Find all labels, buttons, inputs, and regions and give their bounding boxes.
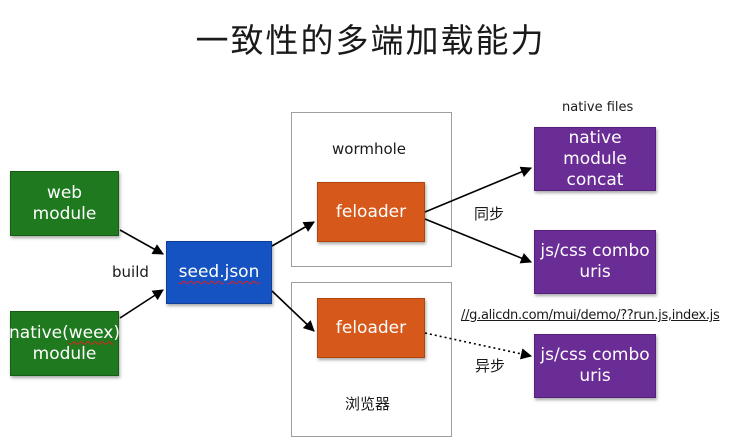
weex-spellcheck-mark: weex <box>68 322 114 343</box>
arrow-seed-to-feloader-bottom <box>271 290 315 332</box>
feloader-browser-text: feloader <box>335 317 407 338</box>
jscss-combo-async-node: js/css combo uris <box>534 334 656 398</box>
async-label: 异步 <box>475 357 506 375</box>
sync-label: 同步 <box>474 205 505 223</box>
cdn-url-label: //g.alicdn.com/mui/demo/??run.js,index.j… <box>461 308 720 323</box>
wormhole-label: wormhole <box>332 140 407 158</box>
jscss-combo-sync-node: js/css combo uris <box>534 230 656 294</box>
jscss-combo-async-line1: js/css combo <box>540 345 650 365</box>
native-files-label: native files <box>562 100 634 115</box>
web-module-node: web module <box>10 171 119 236</box>
arrow-web-to-seed <box>119 229 164 255</box>
browser-label: 浏览器 <box>345 395 391 413</box>
native-concat-line2: concat <box>566 169 624 190</box>
native-weex-module-node: native(weex) module <box>9 311 120 376</box>
feloader-wormhole-text: feloader <box>335 201 407 222</box>
arrow-native-to-seed <box>119 289 164 319</box>
feloader-wormhole-node: feloader <box>317 182 425 242</box>
web-module-line1: web <box>46 182 83 203</box>
arrow-feloader-to-combo-bottom <box>424 332 533 360</box>
seed-json-node: seed.json <box>166 241 272 304</box>
native-weex-line1: native(weex) <box>9 322 120 343</box>
feloader-browser-node: feloader <box>317 298 425 358</box>
native-weex-line2: module <box>32 343 97 364</box>
native-concat-line1: native module <box>563 127 627 169</box>
arrow-seed-to-feloader-top <box>271 221 315 247</box>
jscss-combo-sync-line1: js/css combo <box>540 241 650 261</box>
native-module-concat-node: native module concat <box>534 127 656 191</box>
build-label: build <box>112 263 149 281</box>
arrow-feloader-to-combo-top <box>424 218 533 264</box>
web-module-line2: module <box>32 203 97 224</box>
jscss-combo-async-line2: uris <box>579 366 611 386</box>
seed-json-text: seed.json <box>178 262 260 282</box>
jscss-combo-sync-line2: uris <box>579 262 611 282</box>
